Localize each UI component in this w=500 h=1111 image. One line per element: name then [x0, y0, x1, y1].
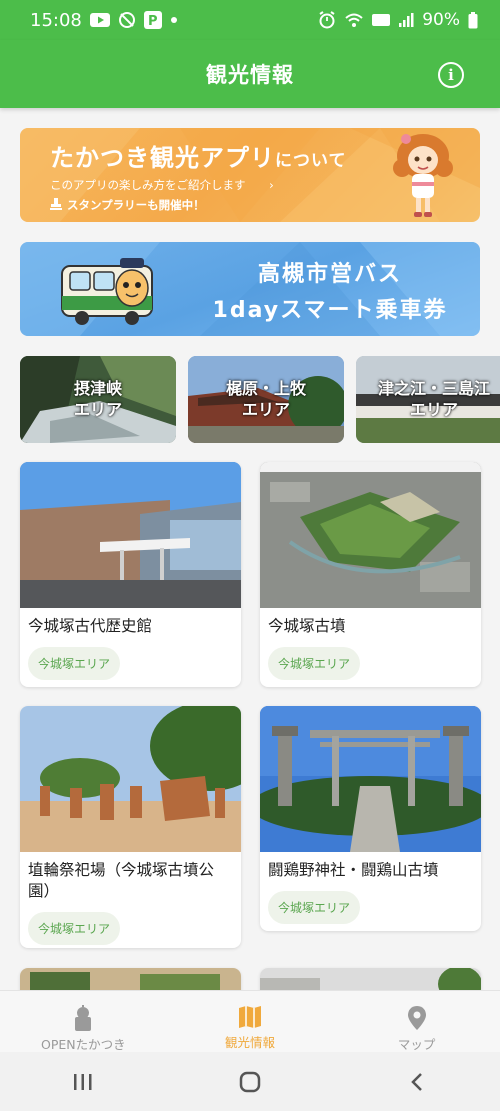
- area-carousel[interactable]: 摂津峡 エリア 梶原・上牧 エリア 津之江・三島江 エリア: [20, 356, 500, 444]
- map-book-icon: [238, 1006, 261, 1028]
- app-bar: 観光情報 i: [0, 40, 500, 108]
- spot-card-tsugeno-shrine[interactable]: 闘鶏野神社・闘鶏山古墳 今城塚エリア: [260, 706, 481, 931]
- spot-name: 今城塚古墳: [268, 617, 346, 635]
- area-label-tsunoe: 津之江・三島江 エリア: [356, 378, 500, 420]
- info-button[interactable]: i: [438, 62, 464, 88]
- home-button[interactable]: [190, 1062, 310, 1102]
- home-icon: [239, 1071, 261, 1092]
- nav-label: 観光情報: [224, 1035, 275, 1050]
- alarm-icon: [318, 11, 336, 29]
- back-button[interactable]: [357, 1062, 477, 1102]
- spot-area-tag[interactable]: 今城塚エリア: [268, 647, 361, 680]
- spot-photo-museum: [20, 462, 241, 608]
- area-label-line2: エリア: [241, 400, 290, 419]
- wifi-calling-icon: [118, 12, 136, 28]
- svg-text:P: P: [148, 14, 158, 29]
- spot-photo-partial-right: [260, 968, 481, 990]
- bus-banner-line2: 1dayスマート乗車券: [212, 298, 448, 323]
- spot-card-partial-left[interactable]: [20, 968, 241, 990]
- app-banner-title: たかつき観光アプリについて: [50, 138, 347, 173]
- main-content: たかつき観光アプリについて このアプリの楽しみ方をご紹介します › スタンプラリ…: [0, 108, 500, 990]
- wifi-icon: [344, 12, 364, 28]
- chevron-right-icon: ›: [269, 178, 274, 192]
- app-banner-stamp-note-text: スタンプラリーも開催中！: [67, 198, 205, 212]
- spot-card-partial-right[interactable]: [260, 968, 481, 990]
- nav-label: OPENたかつき: [41, 1037, 126, 1052]
- recent-apps-icon: [74, 1073, 92, 1090]
- spot-card-imashirozuka-kofun[interactable]: 今城塚古墳 今城塚エリア: [260, 462, 481, 687]
- info-icon: i: [448, 66, 454, 84]
- spot-card-imashirozuka-museum[interactable]: 今城塚古代歴史館 今城塚エリア: [20, 462, 241, 687]
- battery-percent: 90%: [422, 10, 460, 30]
- area-label-line2: エリア: [409, 400, 458, 419]
- map-pin-icon: [407, 1006, 426, 1030]
- spot-name: 闘鶏野神社・闘鶏山古墳: [268, 861, 439, 879]
- status-bar: 15:08 P 90%: [0, 0, 500, 40]
- area-label-line1: 摂津峡: [73, 379, 122, 398]
- spot-name: 埴輪祭祀場（今城塚古墳公園）: [28, 861, 215, 900]
- area-label-line2: エリア: [73, 400, 122, 419]
- app-banner-subtitle: このアプリの楽しみ方をご紹介します ›: [50, 177, 274, 193]
- spot-name: 今城塚古代歴史館: [28, 617, 153, 635]
- spot-photo-partial-left: [20, 968, 241, 990]
- page-title: 観光情報: [206, 63, 294, 87]
- area-label-line1: 津之江・三島江: [377, 379, 490, 398]
- bottom-navigation: OPENたかつき 観光情報 マップ: [0, 990, 500, 1052]
- paypay-icon: P: [143, 11, 162, 29]
- area-card-settsukyo[interactable]: 摂津峡 エリア: [20, 356, 176, 443]
- recent-apps-button[interactable]: [23, 1062, 143, 1102]
- app-banner-title-main: たかつき観光アプリ: [50, 144, 275, 172]
- spot-area-tag[interactable]: 今城塚エリア: [28, 647, 121, 680]
- app-banner-subtitle-text: このアプリの楽しみ方をご紹介します: [50, 178, 246, 192]
- stamp-icon: [50, 198, 62, 210]
- area-label-line1: 梶原・上牧: [225, 379, 306, 398]
- mascot-girl-illustration: [393, 134, 453, 217]
- nav-map[interactable]: マップ: [334, 991, 500, 1053]
- app-intro-banner[interactable]: たかつき観光アプリについて このアプリの楽しみ方をご紹介します › スタンプラリ…: [20, 128, 480, 222]
- area-card-tsunoe[interactable]: 津之江・三島江 エリア: [356, 356, 500, 443]
- battery-icon: [468, 11, 478, 29]
- area-label-settsukyo: 摂津峡 エリア: [20, 378, 176, 420]
- signal-icon: [398, 12, 414, 28]
- spot-area-tag[interactable]: 今城塚エリア: [28, 912, 121, 945]
- status-time: 15:08: [30, 9, 82, 31]
- bus-banner-line1: 高槻市営バス: [257, 262, 402, 287]
- app-banner-stamp-note: スタンプラリーも開催中！: [50, 197, 205, 213]
- area-card-kajiwara[interactable]: 梶原・上牧 エリア: [188, 356, 344, 443]
- back-icon: [410, 1072, 422, 1091]
- notification-dot-icon: [170, 16, 178, 24]
- bus-ticket-banner[interactable]: 高槻市営バス 1dayスマート乗車券: [20, 242, 480, 336]
- spot-area-tag[interactable]: 今城塚エリア: [268, 891, 361, 924]
- spot-photo-haniwa: [20, 706, 241, 852]
- area-label-kajiwara: 梶原・上牧 エリア: [188, 378, 344, 420]
- app-banner-title-suffix: について: [275, 151, 347, 171]
- open-takatsuki-icon: [75, 1005, 92, 1031]
- spot-photo-kofun: [260, 462, 481, 608]
- spot-card-haniwa-site[interactable]: 埴輪祭祀場（今城塚古墳公園） 今城塚エリア: [20, 706, 241, 948]
- system-navigation-bar: [0, 1052, 500, 1111]
- bus-mascot-illustration: [61, 258, 153, 325]
- nav-label: マップ: [397, 1037, 436, 1052]
- nav-open-takatsuki[interactable]: OPENたかつき: [0, 991, 166, 1053]
- nav-tourism-info[interactable]: 観光情報: [167, 991, 333, 1051]
- youtube-icon: [89, 13, 110, 27]
- volte-icon: [372, 14, 391, 26]
- spot-photo-shrine: [260, 706, 481, 852]
